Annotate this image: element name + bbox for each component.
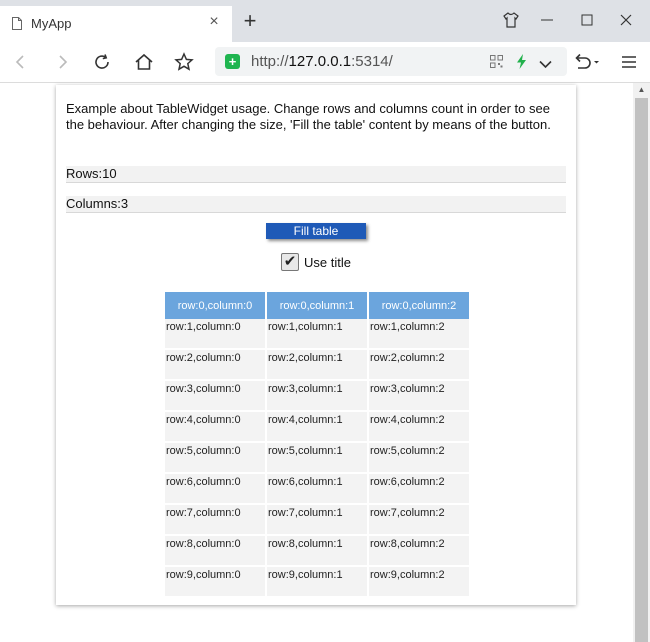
scrollbar-thumb[interactable] [635, 98, 648, 642]
data-table: row:0,column:0 row:0,column:1 row:0,colu… [165, 292, 471, 598]
menu-icon[interactable] [617, 50, 641, 74]
scroll-up-arrow-icon[interactable]: ▲ [633, 83, 650, 97]
table-row: row:1,column:0 row:1,column:1 row:1,column… [165, 319, 471, 350]
use-title-checkbox[interactable]: ✔ [281, 253, 299, 271]
address-bar[interactable]: + http://127.0.0.1:5314/ [215, 47, 567, 76]
table-row: row:2,column:0 row:2,column:1 row:2,column… [165, 349, 471, 381]
browser-tab[interactable]: MyApp × [0, 6, 232, 42]
shield-icon: + [225, 54, 240, 69]
table-header-cell[interactable]: row:0,column:1 [266, 292, 369, 319]
table-cell[interactable]: row:9,column:2 [368, 566, 471, 598]
table-cell[interactable]: row:2,column:1 [266, 349, 369, 381]
table-row: row:6,column:0 row:6,column:1 row:6,column… [165, 473, 471, 505]
table-row: row:4,column:0 row:4,column:1 row:4,column… [165, 411, 471, 443]
table-row: row:7,column:0 row:7,column:1 row:7,column… [165, 504, 471, 536]
url-scheme: http:// [251, 53, 289, 70]
shirt-icon[interactable] [499, 8, 523, 32]
table-cell[interactable]: row:4,column:2 [368, 411, 471, 443]
maximize-icon[interactable] [575, 8, 599, 32]
table-cell[interactable]: row:9,column:1 [266, 566, 369, 598]
browser-toolbar: + http://127.0.0.1:5314/ [0, 42, 650, 83]
table-cell[interactable]: row:3,column:0 [165, 380, 267, 412]
qr-icon[interactable] [490, 55, 503, 73]
chevron-down-icon[interactable] [539, 56, 552, 74]
table-cell[interactable]: row:7,column:1 [266, 504, 369, 536]
description-text: Example about TableWidget usage. Change … [66, 101, 551, 132]
columns-label: Columns: [66, 196, 121, 211]
table-cell[interactable]: row:9,column:0 [165, 566, 267, 598]
url-host: 127.0.0.1 [288, 53, 352, 70]
forward-icon[interactable] [50, 50, 74, 74]
reload-icon[interactable] [90, 50, 114, 74]
minimize-icon[interactable] [535, 8, 559, 32]
table-cell[interactable]: row:6,column:1 [266, 473, 369, 505]
document-icon [12, 17, 22, 30]
table-row: row:9,column:0 row:9,column:1 row:9,column… [165, 566, 471, 598]
page-viewport: Example about TableWidget usage. Change … [0, 83, 633, 642]
table-cell[interactable]: row:4,column:0 [165, 411, 267, 443]
use-title-label: Use title [304, 255, 351, 270]
table-cell[interactable]: row:8,column:2 [368, 535, 471, 567]
table-cell[interactable]: row:8,column:0 [165, 535, 267, 567]
browser-titlebar: MyApp × + [0, 0, 650, 42]
url-port: :5314/ [351, 53, 393, 70]
table-cell[interactable]: row:4,column:1 [266, 411, 369, 443]
table-cell[interactable]: row:6,column:0 [165, 473, 267, 505]
table-cell[interactable]: row:6,column:2 [368, 473, 471, 505]
fill-table-button[interactable]: Fill table [266, 223, 366, 239]
table-cell[interactable]: row:1,column:1 [266, 319, 369, 350]
table-cell[interactable]: row:2,column:2 [368, 349, 471, 381]
table-row: row:8,column:0 row:8,column:1 row:8,column… [165, 535, 471, 567]
columns-value[interactable]: 3 [121, 196, 128, 211]
table-header-cell[interactable]: row:0,column:0 [165, 292, 267, 319]
back-icon[interactable] [9, 50, 33, 74]
url-text[interactable]: http://127.0.0.1:5314/ [251, 53, 393, 70]
vertical-scrollbar[interactable]: ▲ [633, 83, 650, 642]
table-cell[interactable]: row:2,column:0 [165, 349, 267, 381]
table-cell[interactable]: row:7,column:2 [368, 504, 471, 536]
table-widget-card: Example about TableWidget usage. Change … [56, 85, 576, 605]
table-cell[interactable]: row:5,column:1 [266, 442, 369, 474]
table-cell[interactable]: row:5,column:2 [368, 442, 471, 474]
tab-title: MyApp [31, 16, 72, 31]
lightning-icon[interactable] [516, 54, 527, 74]
rows-value[interactable]: 10 [102, 166, 116, 181]
close-icon[interactable] [614, 8, 638, 32]
table-header-cell[interactable]: row:0,column:2 [368, 292, 471, 319]
table-row: row:5,column:0 row:5,column:1 row:5,column… [165, 442, 471, 474]
table-cell[interactable]: row:3,column:2 [368, 380, 471, 412]
undo-icon[interactable] [572, 50, 602, 74]
table-header-row: row:0,column:0 row:0,column:1 row:0,colu… [165, 292, 471, 319]
columns-field[interactable]: Columns:3 [66, 196, 566, 213]
table-cell[interactable]: row:1,column:2 [368, 319, 471, 350]
tab-close-button[interactable]: × [205, 13, 223, 31]
table-cell[interactable]: row:1,column:0 [165, 319, 267, 350]
table-cell[interactable]: row:3,column:1 [266, 380, 369, 412]
table-cell[interactable]: row:7,column:0 [165, 504, 267, 536]
rows-field[interactable]: Rows:10 [66, 166, 566, 183]
table-cell[interactable]: row:5,column:0 [165, 442, 267, 474]
new-tab-button[interactable]: + [238, 10, 262, 32]
table-row: row:3,column:0 row:3,column:1 row:3,column… [165, 380, 471, 412]
home-icon[interactable] [132, 50, 156, 74]
star-icon[interactable] [172, 50, 196, 74]
table-cell[interactable]: row:8,column:1 [266, 535, 369, 567]
checkmark-icon: ✔ [283, 253, 297, 270]
rows-label: Rows: [66, 166, 103, 181]
